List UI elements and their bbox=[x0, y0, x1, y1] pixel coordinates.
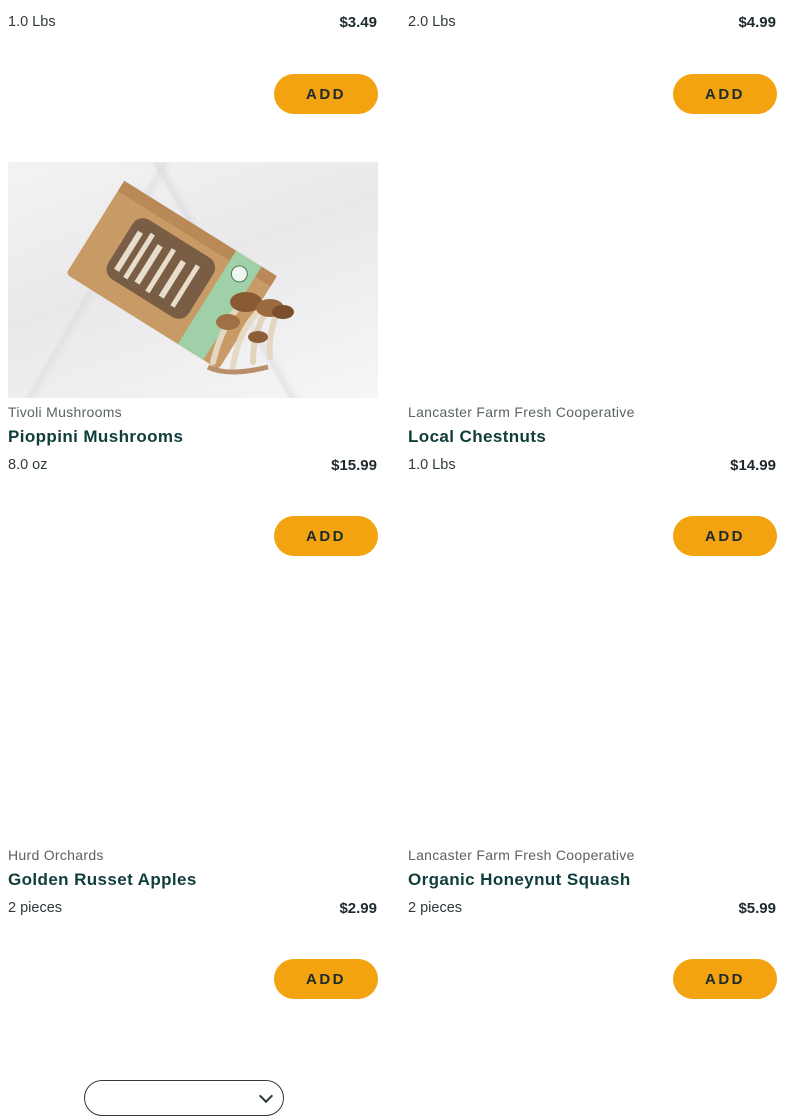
product-price: $4.99 bbox=[738, 14, 776, 31]
product-name[interactable]: Local Chestnuts bbox=[408, 427, 546, 447]
product-brand: Tivoli Mushrooms bbox=[8, 404, 122, 420]
product-brand: Hurd Orchards bbox=[8, 847, 104, 863]
product-image[interactable] bbox=[408, 162, 778, 398]
product-quantity: 1.0 Lbs bbox=[408, 457, 456, 473]
product-price: $15.99 bbox=[331, 457, 377, 474]
chevron-down-icon bbox=[258, 1088, 274, 1104]
product-brand: Lancaster Farm Fresh Cooperative bbox=[408, 847, 635, 863]
product-image[interactable] bbox=[8, 162, 378, 398]
add-to-cart-button[interactable]: ADD bbox=[274, 959, 378, 999]
add-to-cart-button[interactable]: ADD bbox=[274, 516, 378, 556]
product-brand: Lancaster Farm Fresh Cooperative bbox=[408, 404, 635, 420]
product-quantity: 8.0 oz bbox=[8, 457, 48, 473]
add-to-cart-button[interactable]: ADD bbox=[673, 516, 777, 556]
product-image[interactable] bbox=[8, 605, 378, 841]
add-to-cart-button[interactable]: ADD bbox=[673, 74, 777, 114]
product-quantity: 2 pieces bbox=[8, 900, 63, 916]
mushroom-box-photo bbox=[67, 180, 294, 375]
sort-select[interactable] bbox=[84, 1080, 284, 1116]
add-to-cart-button[interactable]: ADD bbox=[673, 959, 777, 999]
product-name[interactable]: Golden Russet Apples bbox=[8, 870, 197, 890]
product-quantity: 1.0 Lbs bbox=[8, 14, 56, 30]
product-quantity: 2 pieces bbox=[408, 900, 463, 916]
product-quantity: 2.0 Lbs bbox=[408, 14, 456, 30]
product-price: $14.99 bbox=[730, 457, 776, 474]
product-name[interactable]: Organic Honeynut Squash bbox=[408, 870, 631, 890]
product-price: $3.49 bbox=[339, 14, 377, 31]
product-price: $2.99 bbox=[339, 900, 377, 917]
product-name[interactable]: Pioppini Mushrooms bbox=[8, 427, 183, 447]
add-to-cart-button[interactable]: ADD bbox=[274, 74, 378, 114]
product-image[interactable] bbox=[408, 605, 778, 841]
product-price: $5.99 bbox=[738, 900, 776, 917]
